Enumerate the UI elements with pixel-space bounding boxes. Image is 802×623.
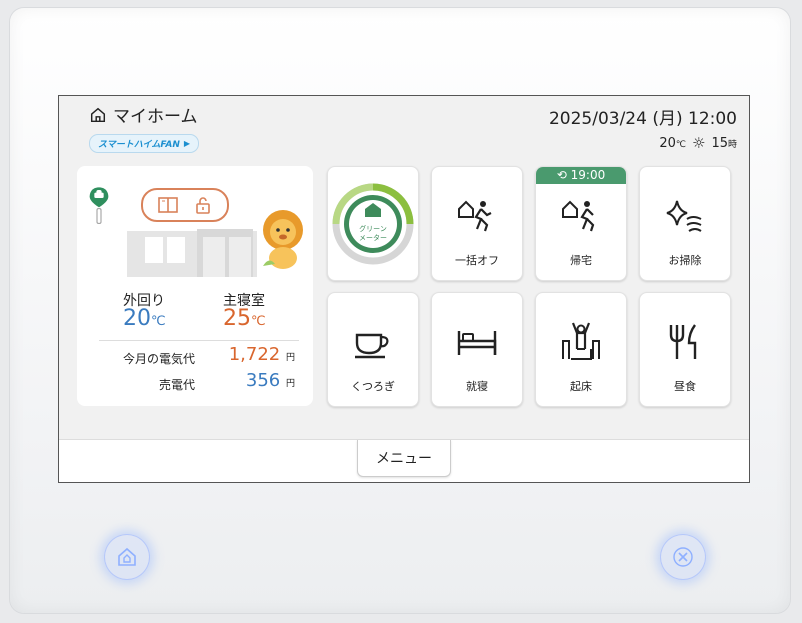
- weather: 20℃ ☼ 15時: [659, 134, 737, 152]
- lion-mascot-icon: [263, 210, 303, 269]
- refresh-icon: ⟲: [556, 168, 567, 182]
- cleaning-label: お掃除: [668, 254, 702, 267]
- home-icon: [90, 107, 106, 122]
- sleep-label: 就寝: [466, 380, 488, 393]
- badge-label: スマートハイムFAN: [98, 140, 180, 150]
- sold-value: 356 円: [245, 370, 295, 391]
- close-icon: [673, 547, 693, 567]
- home-status-card[interactable]: 外回り 20℃ 主寝室 25℃ 今月の電気代 1,722 円 売電代 356 円: [77, 166, 313, 406]
- menu-button[interactable]: メニュー: [357, 440, 451, 477]
- temperature: 20℃: [659, 135, 686, 151]
- electricity-value: 1,722 円: [228, 344, 295, 365]
- sun-icon: ☼: [691, 134, 706, 152]
- timer-value: 19:00: [570, 168, 606, 182]
- coffee-cup-icon: [355, 333, 389, 359]
- electricity-label: 今月の電気代: [122, 352, 195, 366]
- wake-tile[interactable]: 起床: [535, 292, 627, 407]
- relax-label: くつろぎ: [351, 380, 395, 393]
- green-meter-tile[interactable]: グリーン メーター: [327, 166, 419, 281]
- outside-temp: 20℃: [123, 306, 166, 331]
- svg-text:メーター: メーター: [359, 233, 387, 242]
- svg-text:グリーン: グリーン: [359, 224, 387, 233]
- home-label: マイホーム: [113, 107, 198, 127]
- home-hardware-button[interactable]: [104, 534, 150, 580]
- sleep-tile[interactable]: 就寝: [431, 292, 523, 407]
- lunch-label: 昼食: [674, 380, 696, 393]
- divider: [99, 340, 299, 341]
- unlock-icon: [196, 197, 210, 214]
- datetime: 2025/03/24 (月) 12:00: [548, 109, 737, 129]
- return-home-tile[interactable]: ⟲ 19:00 帰宅: [535, 166, 627, 281]
- lunch-tile[interactable]: 昼食: [639, 292, 731, 407]
- house-illustration: [127, 229, 257, 277]
- home-icon: [118, 547, 136, 566]
- bedroom-temp: 25℃: [223, 306, 266, 331]
- cleaning-sparkle-icon: [666, 200, 702, 232]
- home-title[interactable]: マイホーム: [89, 102, 198, 127]
- bottom-bar: メニュー: [59, 439, 749, 482]
- wake-label: 起床: [570, 380, 592, 393]
- bed-icon: [457, 331, 497, 355]
- close-hardware-button[interactable]: [660, 534, 706, 580]
- cleaning-tile[interactable]: お掃除: [639, 166, 731, 281]
- return-home-label: 帰宅: [570, 254, 592, 267]
- all-off-label: 一括オフ: [455, 254, 499, 267]
- play-icon: ▶: [183, 139, 191, 148]
- window-icon: [158, 197, 178, 213]
- wake-stretch-icon: [562, 322, 600, 360]
- all-off-tile[interactable]: 一括オフ: [431, 166, 523, 281]
- smartheim-fan-badge[interactable]: スマートハイムFAN ▶: [89, 134, 200, 153]
- sold-label: 売電代: [158, 378, 195, 392]
- relax-tile[interactable]: くつろぎ: [327, 292, 419, 407]
- fork-knife-icon: [669, 324, 697, 359]
- timer-bar: ⟲ 19:00: [536, 167, 626, 184]
- return-home-icon: [562, 200, 595, 232]
- forecast-hour: 15時: [711, 135, 737, 151]
- green-meter-icon: グリーン メーター: [332, 183, 414, 265]
- screen: マイホーム スマートハイムFAN ▶ 2025/03/24 (月) 12:00 …: [58, 95, 750, 483]
- door-lock-status[interactable]: [141, 188, 229, 222]
- location-pin-icon: [89, 187, 109, 224]
- leave-home-icon: [458, 200, 492, 232]
